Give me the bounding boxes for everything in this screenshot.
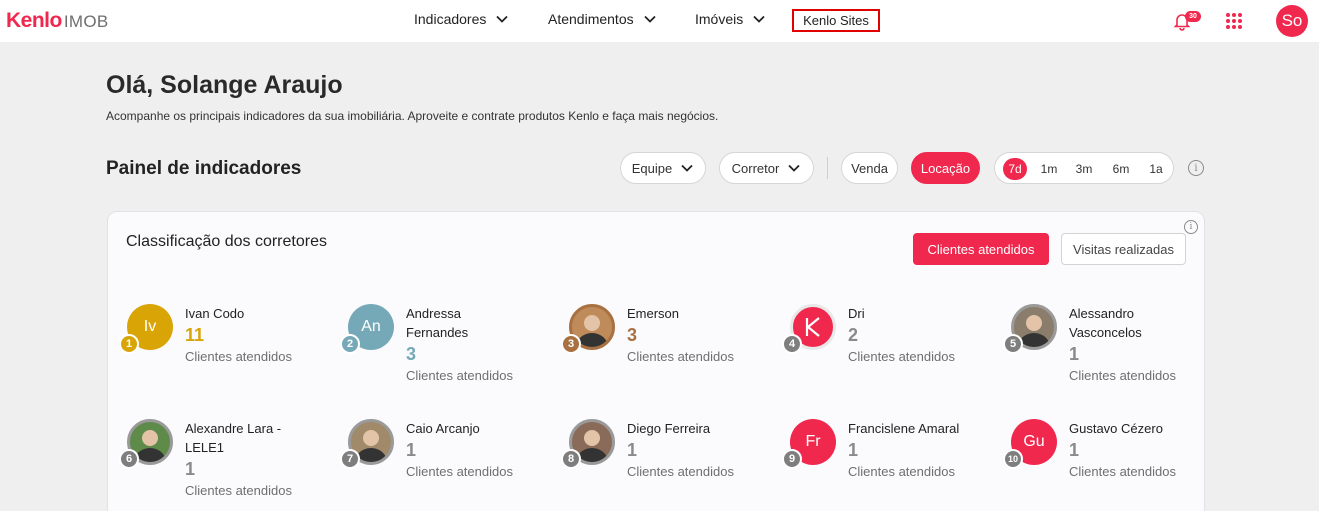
broker-name: Diego Ferreira [627,421,711,436]
broker-count: 1 [406,440,417,460]
broker-metric-label: Clientes atendidos [848,464,955,479]
broker-metric-label: Clientes atendidos [1069,464,1176,479]
broker-item[interactable]: Iv 1 Ivan Codo 11 Clientes atendidos [119,304,337,394]
rank-badge: 1 [119,334,139,354]
broker-count: 11 [185,325,205,345]
top-navbar: Kenlo IMOB Indicadores Atendimentos Imóv… [0,0,1319,42]
apps-grid-icon[interactable] [1226,13,1242,29]
rank-badge: 10 [1003,449,1023,469]
rank-badge: 2 [340,334,360,354]
nav-indicadores-label: Indicadores [414,11,487,27]
broker-metric-label: Clientes atendidos [406,464,513,479]
notification-badge: 30 [1185,11,1201,22]
broker-item[interactable]: 5 Alessandro Vasconcelos 1 Clientes atendido… [1003,304,1221,394]
broker-name: Andressa Fernandes [406,306,469,340]
range-1m[interactable]: 1m [1037,158,1061,180]
mode-venda-toggle[interactable]: Venda [841,152,898,184]
rank-badge: 7 [340,449,360,469]
mode-locacao-toggle[interactable]: Locação [911,152,980,184]
nav-atendimentos[interactable]: Atendimentos [548,11,657,27]
range-6m[interactable]: 6m [1109,158,1133,180]
broker-count: 1 [848,440,859,460]
user-avatar[interactable]: So [1276,5,1308,37]
broker-ranking-card: Classificação dos corretores i Clientes … [107,211,1205,511]
logo-imob-text: IMOB [63,12,109,31]
broker-metric-label: Clientes atendidos [627,464,734,479]
nav-indicadores[interactable]: Indicadores [414,11,509,27]
broker-count: 1 [185,459,196,479]
kenlo-imob-logo[interactable]: Kenlo IMOB [6,9,109,33]
rank-badge: 9 [782,449,802,469]
rank-badge: 4 [782,334,802,354]
broker-count: 3 [406,344,417,364]
range-7d[interactable]: 7d [1003,158,1027,180]
range-3m[interactable]: 3m [1072,158,1096,180]
rank-badge: 8 [561,449,581,469]
nav-kenlo-sites[interactable]: Kenlo Sites [792,9,880,32]
team-filter-dropdown[interactable]: Equipe [620,152,706,184]
period-selector: 7d 1m 3m 6m 1a [994,152,1174,184]
rank-badge: 6 [119,449,139,469]
nav-atendimentos-label: Atendimentos [548,11,634,27]
tab-clientes-atendidos[interactable]: Clientes atendidos [913,233,1049,265]
info-icon[interactable]: i [1188,160,1204,176]
broker-item[interactable]: 6 Alexandre Lara - LELE1 1 Clientes atendido… [119,419,337,509]
rank-badge: 3 [561,334,581,354]
broker-metric-label: Clientes atendidos [406,368,513,383]
nav-imoveis-label: Imóveis [695,11,744,27]
broker-item[interactable]: Gu 10 Gustavo Cézero 1 Clientes atendidos [1003,419,1221,509]
broker-filter-label: Corretor [731,160,780,176]
broker-filter-dropdown[interactable]: Corretor [719,152,814,184]
kenlo-k-icon [805,317,820,337]
tab-visitas-realizadas[interactable]: Visitas realizadas [1061,233,1186,265]
broker-item[interactable]: 3 Emerson 3 Clientes atendidos [561,304,779,394]
broker-item[interactable]: Fr 9 Francislene Amaral 1 Clientes atendidos [782,419,1000,509]
broker-count: 2 [848,325,859,345]
broker-metric-label: Clientes atendidos [185,349,292,364]
info-icon[interactable]: i [1184,220,1198,234]
chevron-down-icon [496,15,509,23]
chevron-down-icon [681,164,693,172]
chevron-down-icon [753,15,765,23]
broker-name: Caio Arcanjo [406,421,480,436]
broker-metric-label: Clientes atendidos [1069,368,1176,383]
chevron-down-icon [643,15,656,23]
team-filter-label: Equipe [631,160,673,176]
broker-metric-label: Clientes atendidos [185,483,292,498]
logo-kenlo-text: Kenlo [6,9,62,32]
broker-count: 3 [627,325,638,345]
broker-name: Francislene Amaral [848,421,960,436]
panel-title: Painel de indicadores [106,158,302,179]
broker-metric-label: Clientes atendidos [627,349,734,364]
broker-count: 1 [1069,344,1080,364]
broker-name: Ivan Codo [185,306,245,321]
broker-item[interactable]: 4 Dri 2 Clientes atendidos [782,304,1000,394]
nav-imoveis[interactable]: Imóveis [695,11,766,27]
chevron-down-icon [788,164,800,172]
ranking-title: Classificação dos corretores [126,233,327,250]
broker-name: Emerson [627,306,680,321]
page-title: Olá, Solange Araujo [106,71,343,99]
page-subtitle: Acompanhe os principais indicadores da s… [106,109,719,123]
broker-item[interactable]: 7 Caio Arcanjo 1 Clientes atendidos [340,419,558,509]
broker-count: 1 [627,440,638,460]
broker-name: Gustavo Cézero [1069,421,1163,436]
broker-name: Dri [848,306,865,321]
broker-item[interactable]: An 2 Andressa Fernandes 3 Clientes atendidos [340,304,558,394]
broker-item[interactable]: 8 Diego Ferreira 1 Clientes atendidos [561,419,779,509]
rank-badge: 5 [1003,334,1023,354]
broker-name: Alessandro Vasconcelos [1069,306,1142,340]
broker-count: 1 [1069,440,1080,460]
range-1a[interactable]: 1a [1144,158,1168,180]
broker-name: Alexandre Lara - LELE1 [185,421,282,455]
broker-metric-label: Clientes atendidos [848,349,955,364]
filter-divider [827,157,828,179]
